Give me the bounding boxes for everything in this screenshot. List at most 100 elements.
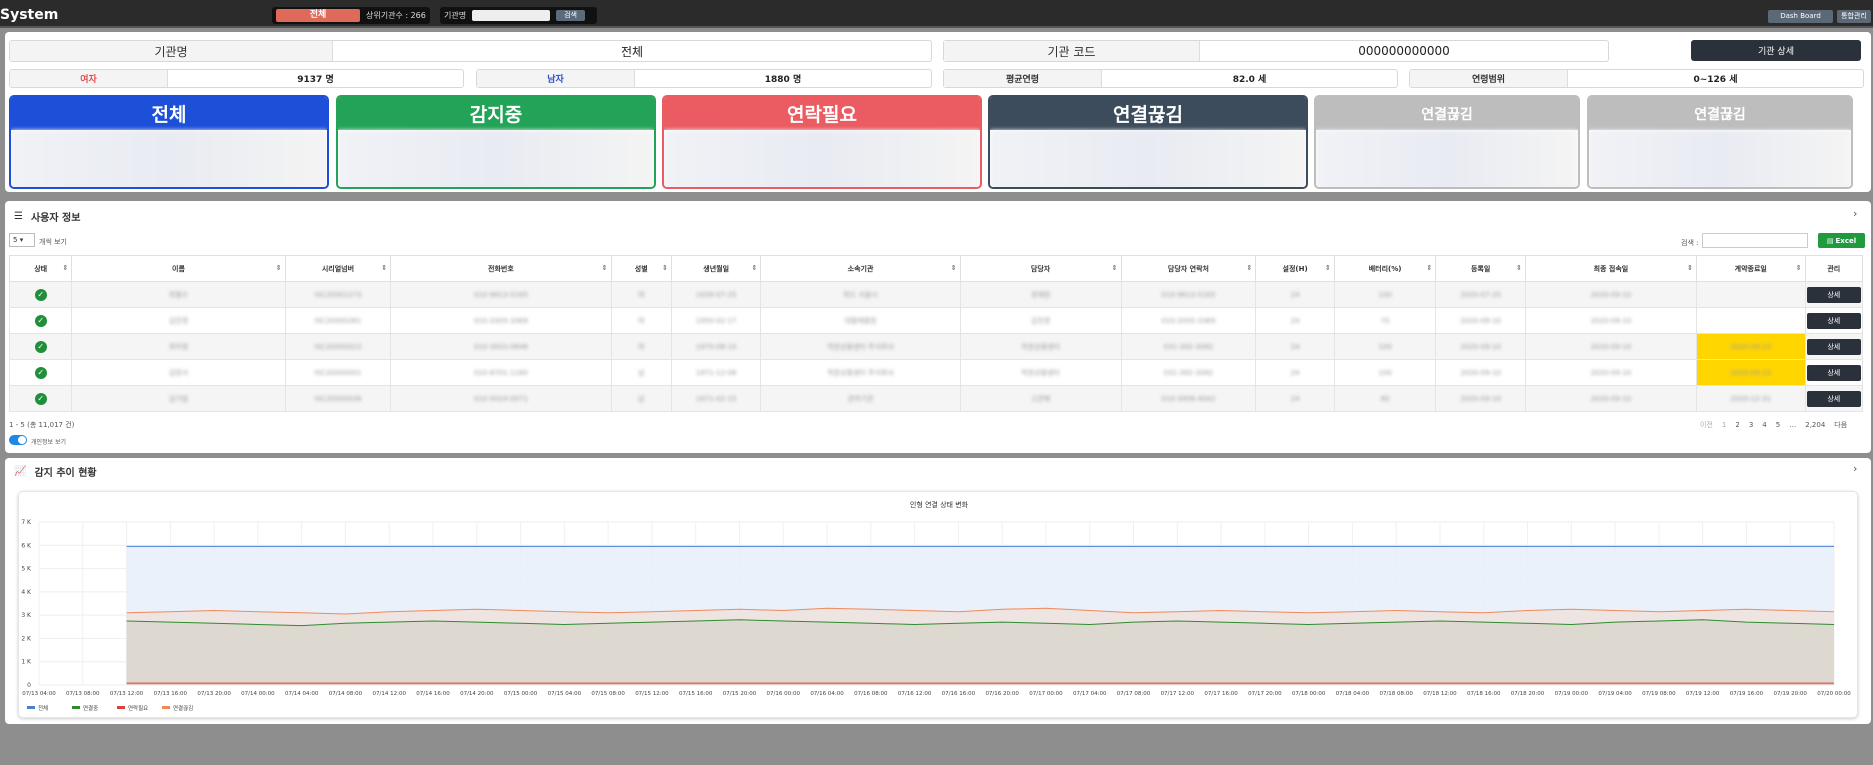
table-row[interactable]: ✓ 최미정 ISC20000023 010-3933-0846 여 1970-08-10 학…	[8, 333, 1864, 360]
detail-button[interactable]: 상세	[1806, 390, 1861, 407]
avg-age-value: 82.0 세	[1232, 75, 1267, 85]
cell-value: 2020-07-25	[1460, 290, 1501, 299]
table-cell: 대필재활원	[760, 307, 961, 334]
status-card[interactable]: 연결끊김	[1587, 95, 1853, 189]
x-tick-label: 07/17 08:00	[1117, 691, 1151, 697]
action-cell[interactable]: 상세	[1804, 359, 1864, 386]
org-search-button[interactable]: 검색	[556, 10, 585, 21]
table-row[interactable]: ✓ 김진영 ISC20000261 010-2005-3369 여 1950-02-17 대…	[8, 307, 1864, 334]
column-header[interactable]: 생년월일 ⇕	[670, 255, 762, 282]
status-card[interactable]: 연락필요	[662, 95, 982, 189]
dashboard-button[interactable]: Dash Board	[1768, 10, 1833, 23]
status-card[interactable]: 전체	[9, 95, 329, 189]
page-link[interactable]: …	[1789, 421, 1796, 429]
table-cell: 24	[1255, 281, 1335, 308]
table-cell: 학원상황센터 주식회사	[760, 333, 961, 360]
action-cell[interactable]: 상세	[1804, 333, 1864, 360]
cell-value: 100	[1378, 342, 1392, 351]
page-size-select[interactable]: 5 ▾	[9, 233, 35, 247]
detail-button[interactable]: 상세	[1806, 286, 1861, 303]
page-link[interactable]: 5	[1776, 421, 1780, 429]
cell-value: ISC20000038	[314, 394, 362, 403]
excel-button[interactable]: ▤ Excel	[1818, 233, 1865, 248]
column-header[interactable]: 소속기관 ⇕	[760, 255, 961, 282]
y-tick-label: 6 K	[21, 542, 32, 549]
column-header[interactable]: 배터리(%) ⇕	[1333, 255, 1437, 282]
sort-icon: ⇕	[62, 264, 69, 272]
chevron-right-icon[interactable]: ›	[1853, 462, 1857, 475]
female-label: 여자	[10, 70, 168, 87]
table-cell: 남	[610, 359, 672, 386]
table-cell: 2020-09-10	[1524, 333, 1697, 360]
column-header[interactable]: 계약종료일 ⇕	[1695, 255, 1806, 282]
column-header[interactable]: 관리	[1804, 255, 1864, 282]
column-header[interactable]: 설정(H) ⇕	[1255, 255, 1335, 282]
column-header-label: 담당자	[1030, 264, 1051, 273]
page-link[interactable]: 1	[1722, 421, 1726, 429]
status-check-icon: ✓	[34, 392, 47, 405]
table-cell: 2020-09-10	[1524, 307, 1697, 334]
table-cell: 최미정	[71, 333, 286, 360]
table-cell: 2020-09-10	[1435, 385, 1526, 412]
all-org-button[interactable]: 전체	[276, 9, 360, 22]
column-header[interactable]: 전화번호 ⇕	[390, 255, 612, 282]
status-card[interactable]: 연결끊김	[1314, 95, 1580, 189]
column-header-label: 계약종료일	[1734, 264, 1767, 273]
org-detail-button[interactable]: 기관 상세	[1691, 40, 1861, 61]
status-card[interactable]: 감지중	[336, 95, 656, 189]
table-row[interactable]: ✓ 김정서 ISC20000001 010-8701-1180 남 1971-12-08 학…	[8, 359, 1864, 386]
detail-button[interactable]: 상세	[1806, 312, 1861, 329]
column-header[interactable]: 최종 접속일 ⇕	[1524, 255, 1697, 282]
column-header[interactable]: 이름 ⇕	[71, 255, 286, 282]
table-header: 상태 ⇕ 이름 ⇕ 시리얼넘버 ⇕ 전화번호 ⇕ 성별 ⇕ 생년월일 ⇕ 소속기관 ⇕ 담당자 ⇕ 담당자 연락…	[8, 255, 1864, 282]
x-tick-label: 07/17 00:00	[1029, 691, 1063, 697]
legend-label: 연결중	[83, 704, 98, 712]
org-search-input[interactable]	[472, 10, 551, 21]
y-tick-label: 0	[27, 682, 31, 689]
x-tick-label: 07/16 00:00	[767, 691, 801, 697]
status-card[interactable]: 연결끊김	[988, 95, 1308, 189]
x-tick-label: 07/19 12:00	[1686, 691, 1720, 697]
page-link[interactable]: 3	[1749, 421, 1753, 429]
sort-icon: ⇕	[1324, 264, 1331, 272]
column-header[interactable]: 성별 ⇕	[610, 255, 672, 282]
column-header-label: 시리얼넘버	[321, 264, 355, 273]
column-header[interactable]: 담당자 ⇕	[959, 255, 1122, 282]
column-header[interactable]: 시리얼넘버 ⇕	[284, 255, 392, 282]
table-cell: 2020-09-10	[1435, 307, 1526, 334]
privacy-toggle[interactable]	[9, 435, 27, 445]
status-card-title: 연락필요	[664, 97, 980, 130]
table-row[interactable]: ✓ 최필수 ISC20001273 010-9613-5165 여 1939-07-25 하…	[8, 281, 1864, 308]
column-header-label: 이름	[172, 264, 185, 273]
x-tick-label: 07/15 16:00	[679, 691, 713, 697]
table-row[interactable]: ✓ 김기일 ISC20000038 010-5024-0071 남 1971-02-15 관…	[8, 385, 1864, 412]
cell-value: 남	[637, 368, 645, 377]
male-label: 남자	[477, 70, 635, 87]
age-range-label: 연령범위	[1410, 70, 1568, 87]
action-cell[interactable]: 상세	[1804, 281, 1864, 308]
x-tick-label: 07/14 04:00	[285, 691, 319, 697]
page-link[interactable]: 2,204	[1805, 421, 1825, 429]
cell-value: 010-9613-5165	[1161, 290, 1216, 299]
legend-swatch	[117, 706, 125, 709]
column-header[interactable]: 상태 ⇕	[8, 255, 73, 282]
detail-button[interactable]: 상세	[1806, 338, 1861, 355]
x-tick-label: 07/14 16:00	[416, 691, 450, 697]
column-header[interactable]: 담당자 연락처 ⇕	[1120, 255, 1257, 282]
page-link[interactable]: 다음	[1834, 421, 1847, 429]
action-cell[interactable]: 상세	[1804, 385, 1864, 412]
action-cell[interactable]: 상세	[1804, 307, 1864, 334]
table-cell	[1695, 307, 1806, 334]
page-link[interactable]: 4	[1762, 421, 1766, 429]
user-search-input[interactable]	[1702, 233, 1808, 248]
column-header[interactable]: 등록일 ⇕	[1435, 255, 1526, 282]
table-cell: 여	[610, 307, 672, 334]
page-link[interactable]: 이전	[1700, 421, 1713, 429]
table-cell: 24	[1255, 385, 1335, 412]
table-cell: 학원상황센터	[959, 333, 1122, 360]
page-link[interactable]: 2	[1735, 421, 1739, 429]
y-tick-label: 1 K	[21, 659, 32, 666]
admin-button[interactable]: 통합관리	[1837, 10, 1871, 23]
detail-button[interactable]: 상세	[1806, 364, 1861, 381]
chevron-right-icon[interactable]: ›	[1853, 207, 1857, 220]
